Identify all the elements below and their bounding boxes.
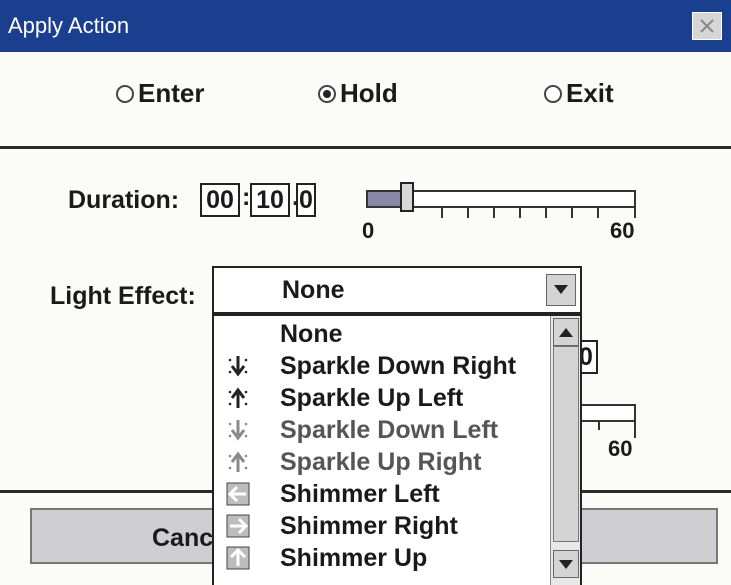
option-shimmer-left[interactable]: Shimmer Left [214,478,550,510]
duration-slider-fill [368,192,401,206]
option-label: None [280,320,343,348]
sparkle-up-icon [228,387,248,408]
window-title: Apply Action [8,13,130,38]
chevron-up-icon [559,328,573,337]
duration-tenths-field[interactable]: 0 [296,183,316,217]
sparkle-down-icon [228,420,248,441]
sparkle-down-icon [228,356,248,377]
option-sparkle-down-right[interactable]: Sparkle Down Right [214,350,550,382]
option-label: Shimmer Right [280,512,458,540]
radio-hold-circle [318,84,336,103]
duration-slider-thumb[interactable] [400,182,415,212]
duration-slider-end-tick [634,200,636,218]
option-label: Sparkle Down Left [280,416,499,444]
hidden-slider-end-tick [634,420,636,438]
duration-minutes-field[interactable]: 00 [200,183,240,217]
hidden-slider-max-label: 60 [608,436,633,461]
ok-button[interactable] [560,508,718,564]
duration-tick [519,208,521,218]
scroll-up-button[interactable] [553,318,579,346]
option-label: Sparkle Down Right [280,352,517,380]
option-sparkle-up-right[interactable]: Sparkle Up Right [214,446,550,478]
duration-seconds-field[interactable]: 10 [250,183,290,217]
shimmer-left-icon [226,482,250,506]
hidden-slider-tick [598,420,600,430]
duration-label: Duration: [68,186,180,214]
duration-min-label: 0 [362,218,375,243]
duration-tick [467,208,469,218]
radio-hold-label: Hold [340,78,398,108]
option-shimmer-right[interactable]: Shimmer Right [214,510,550,542]
title-bar: Apply Action [0,0,731,52]
radio-exit-label: Exit [566,78,614,108]
shimmer-up-icon [226,546,250,570]
light-effect-selected-value: None [282,276,345,304]
option-sparkle-down-left[interactable]: Sparkle Down Left [214,414,550,446]
options-scrollbar[interactable] [550,316,580,585]
sparkle-up-icon [228,451,248,472]
duration-tick [571,208,573,218]
duration-tick [441,208,443,218]
radio-enter-circle [116,84,134,103]
radio-enter-label: Enter [138,78,205,108]
duration-tick [597,208,599,218]
light-effect-label: Light Effect: [50,282,196,310]
light-effect-dropdown-button[interactable] [546,274,576,306]
divider-top [0,146,731,149]
light-effect-options-list[interactable]: None Sparkle Down Right Sparkle Up Left … [212,314,582,585]
close-button[interactable] [692,12,722,40]
radio-hold[interactable]: Hold [318,78,398,109]
scroll-down-button[interactable] [553,550,579,578]
option-sparkle-up-left[interactable]: Sparkle Up Left [214,382,550,414]
option-label: Sparkle Up Left [280,384,464,412]
option-label: Shimmer Left [280,480,440,508]
chevron-down-icon [554,285,568,294]
cancel-button-label: Canc [152,524,214,552]
shimmer-right-icon [226,514,250,538]
option-shimmer-up[interactable]: Shimmer Up [214,542,550,574]
chevron-down-icon [559,560,573,569]
radio-exit[interactable]: Exit [544,78,614,109]
radio-exit-circle [544,84,562,103]
close-icon [700,19,714,33]
cancel-button[interactable]: Canc [30,508,230,564]
duration-tick [545,208,547,218]
scroll-thumb[interactable] [553,346,579,542]
option-none[interactable]: None [214,318,550,350]
duration-max-label: 60 [610,218,635,243]
light-effect-select[interactable]: None [212,266,582,314]
radio-enter[interactable]: Enter [116,78,204,109]
option-label: Sparkle Up Right [280,448,482,476]
duration-tick [493,208,495,218]
option-label: Shimmer Up [280,544,428,572]
